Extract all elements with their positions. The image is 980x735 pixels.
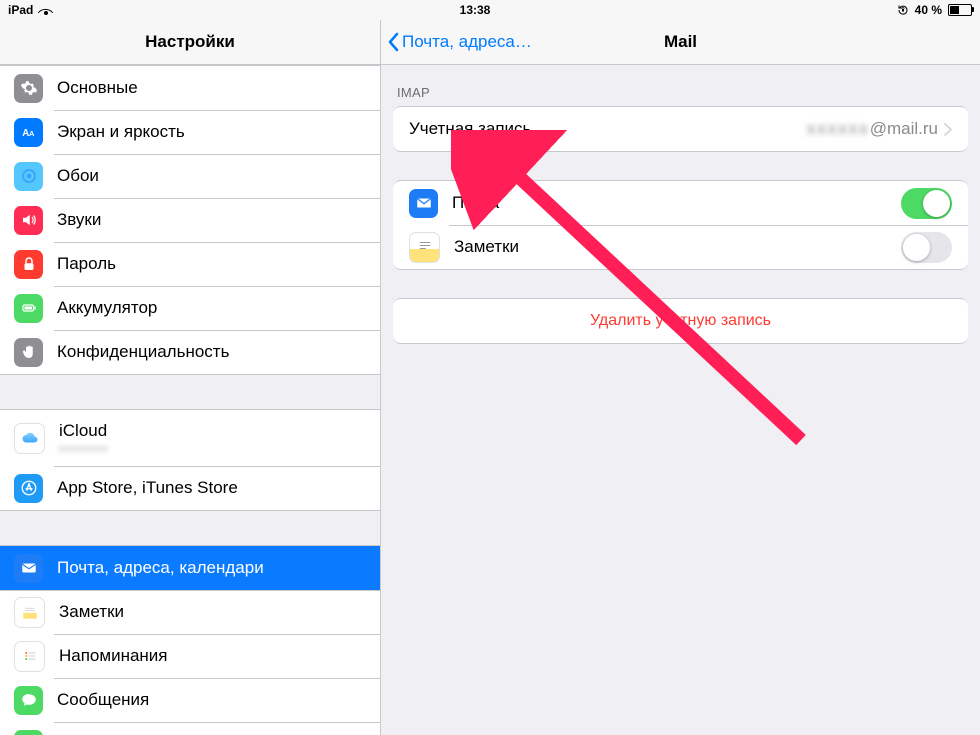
device-name: iPad — [8, 3, 33, 17]
flower-icon — [14, 162, 43, 191]
sidebar-item-mail[interactable]: Почта, адреса, календари — [0, 546, 380, 590]
sidebar-item-label: Основные — [57, 78, 366, 98]
sidebar-item-messages[interactable]: Сообщения — [0, 678, 380, 722]
sidebar-nav: Настройки — [0, 20, 380, 65]
sidebar-item-facetime[interactable]: FaceTime — [0, 722, 380, 735]
aa-icon: AA — [14, 118, 43, 147]
sidebar-item-icloud[interactable]: iCloud•••••••• — [0, 410, 380, 466]
chevron-right-icon — [944, 123, 952, 136]
mail-toggle-label: Почта — [452, 193, 901, 213]
delete-account-label: Удалить учетную запись — [590, 312, 771, 330]
sidebar-item-label: Сообщения — [57, 690, 366, 710]
mail-toggle[interactable] — [901, 188, 952, 219]
lock-icon — [14, 250, 43, 279]
cloud-icon — [14, 423, 45, 454]
notes-icon — [409, 232, 440, 263]
sidebar-item-label: Аккумулятор — [57, 298, 366, 318]
sidebar-item-label: Пароль — [57, 254, 366, 274]
notes-toggle-label: Заметки — [454, 237, 901, 257]
sidebar-item-battery[interactable]: Аккумулятор — [0, 286, 380, 330]
sidebar-item-passcode[interactable]: Пароль — [0, 242, 380, 286]
mail-icon — [14, 554, 43, 583]
sidebar-item-sounds[interactable]: Звуки — [0, 198, 380, 242]
appstore-icon — [14, 474, 43, 503]
clock: 13:38 — [53, 3, 896, 17]
wifi-icon — [39, 5, 53, 15]
sidebar-item-reminders[interactable]: Напоминания — [0, 634, 380, 678]
sidebar-title: Настройки — [145, 32, 235, 52]
settings-sidebar: Настройки Основные AA Экран и яркость Обои З… — [0, 20, 381, 735]
sidebar-item-label: App Store, iTunes Store — [57, 478, 366, 498]
sidebar-item-subtitle: •••••••• — [59, 442, 109, 456]
notes-icon — [14, 597, 45, 628]
account-row[interactable]: Учетная запись xxxxxx@mail.ru — [393, 107, 968, 151]
detail-pane: Почта, адреса… Mail IMAP Учетная запись … — [381, 20, 980, 735]
status-bar: iPad 13:38 40 % — [0, 0, 980, 20]
orientation-lock-icon — [897, 4, 909, 16]
mail-toggle-row: Почта — [393, 181, 968, 225]
sidebar-item-label: Звуки — [57, 210, 366, 230]
mail-icon — [409, 189, 438, 218]
messages-icon — [14, 686, 43, 715]
back-button[interactable]: Почта, адреса… — [387, 20, 532, 64]
sidebar-item-label: Конфиденциальность — [57, 342, 366, 362]
section-header-imap: IMAP — [381, 65, 980, 106]
account-row-value: xxxxxx@mail.ru — [807, 119, 938, 139]
sidebar-item-stores[interactable]: App Store, iTunes Store — [0, 466, 380, 510]
back-label: Почта, адреса… — [402, 32, 532, 52]
reminders-icon — [14, 641, 45, 672]
sidebar-item-label: Обои — [57, 166, 366, 186]
sidebar-item-general[interactable]: Основные — [0, 66, 380, 110]
notes-toggle-row: Заметки — [393, 225, 968, 269]
delete-account-button[interactable]: Удалить учетную запись — [393, 299, 968, 343]
detail-nav: Почта, адреса… Mail — [381, 20, 980, 65]
svg-text:A: A — [29, 129, 35, 138]
speaker-icon — [14, 206, 43, 235]
sidebar-item-label: Экран и яркость — [57, 122, 366, 142]
sidebar-item-display[interactable]: AA Экран и яркость — [0, 110, 380, 154]
sidebar-item-wallpaper[interactable]: Обои — [0, 154, 380, 198]
notes-toggle[interactable] — [901, 232, 952, 263]
sidebar-item-privacy[interactable]: Конфиденциальность — [0, 330, 380, 374]
battery-icon — [14, 294, 43, 323]
sidebar-item-label: iCloud — [59, 421, 109, 441]
account-row-label: Учетная запись — [409, 119, 807, 139]
svg-text:A: A — [22, 128, 29, 139]
hand-icon — [14, 338, 43, 367]
gear-icon — [14, 74, 43, 103]
sidebar-item-notes[interactable]: Заметки — [0, 590, 380, 634]
chevron-left-icon — [387, 32, 399, 52]
sidebar-item-label: Напоминания — [59, 646, 366, 666]
detail-title: Mail — [664, 32, 697, 52]
facetime-icon — [14, 730, 43, 735]
sidebar-item-label: Почта, адреса, календари — [57, 558, 366, 578]
sidebar-item-label: Заметки — [59, 602, 366, 622]
battery-percent: 40 % — [915, 3, 942, 17]
battery-icon — [948, 4, 972, 16]
